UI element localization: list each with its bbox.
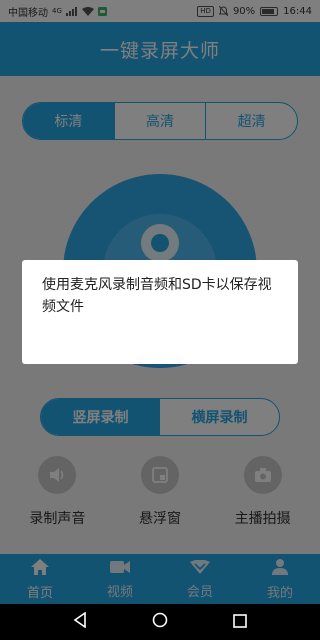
dialog-message: 使用麦克风录制音频和SD卡以保存视频文件 xyxy=(42,277,272,315)
back-icon[interactable] xyxy=(73,611,87,632)
system-nav-bar xyxy=(0,604,320,640)
home-circle-icon[interactable] xyxy=(152,612,168,632)
permission-dialog: 使用麦克风录制音频和SD卡以保存视频文件 xyxy=(22,260,298,364)
recents-icon[interactable] xyxy=(233,613,248,632)
